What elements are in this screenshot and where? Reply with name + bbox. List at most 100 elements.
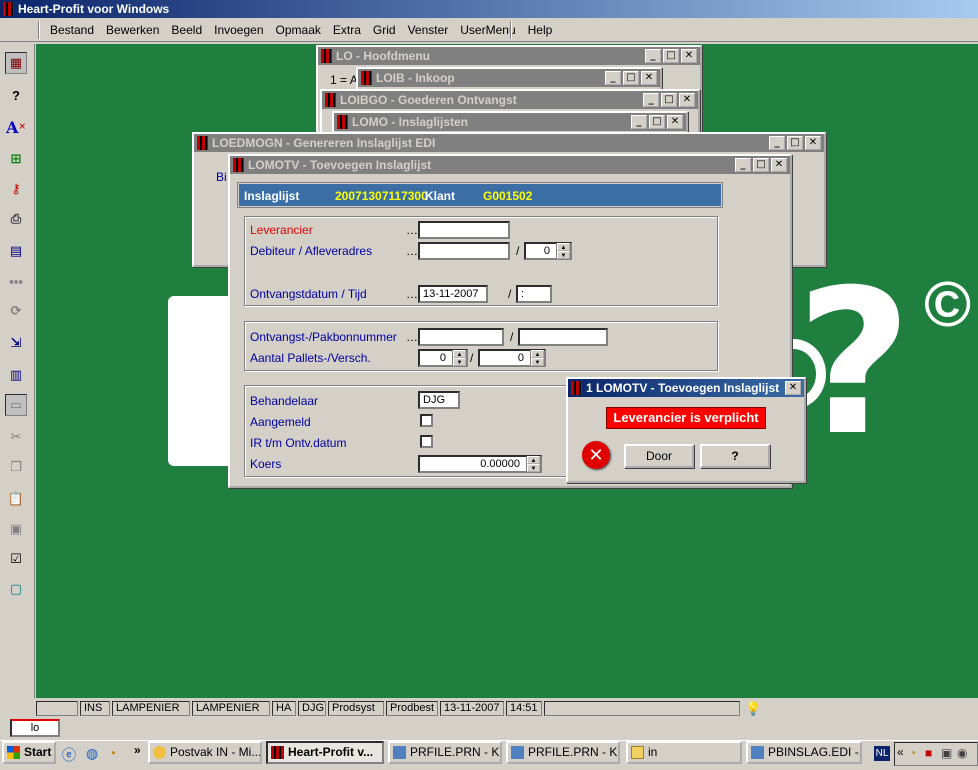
window-content-text: Bi <box>216 170 227 184</box>
lookup-dots[interactable]: … <box>406 287 418 301</box>
maximize-icon[interactable]: □ <box>649 115 665 129</box>
key-icon[interactable]: ⚷ <box>5 178 27 200</box>
print-icon[interactable]: ⎙ <box>5 208 27 230</box>
inslaglijst-label: Inslaglijst <box>244 189 300 203</box>
maximize-icon[interactable]: □ <box>663 49 679 63</box>
screen-icon[interactable]: ▢ <box>5 578 27 600</box>
menu-bestand[interactable]: Bestand <box>44 23 100 37</box>
koers-spinner[interactable]: ▲ ▼ <box>526 456 540 472</box>
refresh-icon[interactable]: ⟳ <box>5 300 27 322</box>
status-cell <box>36 701 78 716</box>
minimize-icon[interactable]: _ <box>645 49 661 63</box>
behandelaar-input[interactable]: DJG <box>418 391 460 409</box>
start-label: Start <box>24 745 52 759</box>
tree-icon[interactable]: ⊞ <box>5 148 27 170</box>
status-user2: LAMPENIER <box>192 701 270 716</box>
door-button[interactable]: Door <box>624 444 694 468</box>
close-icon[interactable]: ✕ <box>679 93 695 107</box>
leverancier-input[interactable] <box>418 221 510 239</box>
font-a-icon[interactable]: A × <box>5 116 27 138</box>
minimize-icon[interactable]: _ <box>769 136 785 150</box>
quicklaunch-ie-icon[interactable]: ⓔ <box>62 745 76 765</box>
pakbonnummer-input[interactable] <box>518 328 608 346</box>
tray-speaker-icon[interactable]: ◉ <box>957 746 967 760</box>
tray-outlook-icon[interactable]: ◔ <box>909 746 916 760</box>
menu-extra[interactable]: Extra <box>327 23 367 37</box>
chart-icon[interactable]: ▥ <box>5 364 27 386</box>
aangemeld-checkbox[interactable] <box>420 414 433 427</box>
minimize-icon[interactable]: _ <box>605 71 621 85</box>
minimize-icon[interactable]: _ <box>735 158 751 172</box>
task-prfile-2[interactable]: PRFILE.PRN - Kl... <box>506 741 620 764</box>
window-icon[interactable]: ▤ <box>5 240 27 262</box>
form-icon[interactable]: ▦ <box>5 52 27 74</box>
tray-network-icon[interactable]: ▣ <box>941 746 952 760</box>
separator-slash: / <box>470 351 474 365</box>
start-button[interactable]: Start <box>2 741 56 764</box>
command-input[interactable]: lo <box>10 719 60 737</box>
menu-opmaak[interactable]: Opmaak <box>270 23 327 37</box>
lookup-dots[interactable]: … <box>406 244 418 258</box>
pallets-spinner[interactable]: ▲ ▼ <box>452 350 466 366</box>
status-ins: INS <box>80 701 110 716</box>
menu-venster[interactable]: Venster <box>402 23 455 37</box>
afleveradres-spinner[interactable]: ▲ ▼ <box>556 243 570 259</box>
maximize-icon[interactable]: □ <box>787 136 803 150</box>
koers-label: Koers <box>250 457 282 471</box>
menu-beeld[interactable]: Beeld <box>165 23 208 37</box>
status-djg: DJG <box>298 701 326 716</box>
language-indicator[interactable]: NL <box>874 746 890 761</box>
error-dialog[interactable]: 1 LOMOTV - Toevoegen Inslaglijst ✕ Lever… <box>566 377 806 483</box>
panel-icon[interactable]: ▭ <box>5 394 27 416</box>
close-icon[interactable]: ✕ <box>681 49 697 63</box>
status-ha: HA <box>272 701 296 716</box>
export-icon[interactable]: ⇲ <box>5 332 27 354</box>
minimize-icon[interactable]: _ <box>643 93 659 107</box>
maximize-icon[interactable]: □ <box>753 158 769 172</box>
copy-icon[interactable]: ❐ <box>5 456 27 478</box>
koers-input[interactable]: 0.00000 <box>418 455 542 473</box>
error-icon: ✕ <box>582 441 610 469</box>
ontvangstnummer-input[interactable] <box>418 328 504 346</box>
quicklaunch-outlook-icon[interactable]: ◔ <box>108 745 116 761</box>
ontvangstdatum-input[interactable]: 13-11-2007 <box>418 285 488 303</box>
separator-slash: / <box>508 287 512 301</box>
menu-invoegen[interactable]: Invoegen <box>208 23 269 37</box>
close-icon[interactable]: ✕ <box>785 381 801 395</box>
ir-checkbox[interactable] <box>420 435 433 448</box>
pallets-label: Aantal Pallets-/Versch. <box>250 351 371 365</box>
properties-icon[interactable]: ☑ <box>5 548 27 570</box>
minimize-icon[interactable]: _ <box>631 115 647 129</box>
task-prfile-1[interactable]: PRFILE.PRN - Kl... <box>388 741 502 764</box>
lightbulb-icon[interactable]: 💡 <box>745 701 761 717</box>
help-button[interactable]: ? <box>700 444 770 468</box>
help-question-icon[interactable]: ? <box>5 84 27 106</box>
task-heart-profit[interactable]: Heart-Profit v... <box>266 741 384 764</box>
menu-bewerken[interactable]: Bewerken <box>100 23 165 37</box>
tijd-input[interactable]: : <box>516 285 552 303</box>
window-logo-icon <box>337 115 348 129</box>
quicklaunch-more-icon[interactable]: » <box>134 743 141 757</box>
lookup-dots[interactable]: … <box>406 330 418 344</box>
paste-special-icon[interactable]: ▣ <box>5 518 27 540</box>
tray-antivirus-icon[interactable]: ■ <box>925 746 932 760</box>
menu-grid[interactable]: Grid <box>367 23 402 37</box>
dots-icon[interactable]: ▪▪▪ <box>5 270 27 292</box>
paste-icon[interactable]: 📋 <box>5 488 27 510</box>
cut-icon[interactable]: ✂ <box>5 426 27 448</box>
tray-expand-icon[interactable]: « <box>897 745 904 759</box>
task-postvak[interactable]: Postvak IN - Mi... <box>148 741 262 764</box>
task-pbinslag[interactable]: PBINSLAG.EDI -... <box>746 741 862 764</box>
close-icon[interactable]: ✕ <box>805 136 821 150</box>
task-folder-in[interactable]: in <box>626 741 742 764</box>
menu-help[interactable]: Help <box>522 23 559 37</box>
close-icon[interactable]: ✕ <box>641 71 657 85</box>
close-icon[interactable]: ✕ <box>667 115 683 129</box>
debiteur-input[interactable] <box>418 242 510 260</box>
lookup-dots[interactable]: … <box>406 223 418 237</box>
versch-spinner[interactable]: ▲ ▼ <box>530 350 544 366</box>
maximize-icon[interactable]: □ <box>623 71 639 85</box>
maximize-icon[interactable]: □ <box>661 93 677 107</box>
close-icon[interactable]: ✕ <box>771 158 787 172</box>
quicklaunch-browser-icon[interactable]: ◍ <box>86 745 98 762</box>
